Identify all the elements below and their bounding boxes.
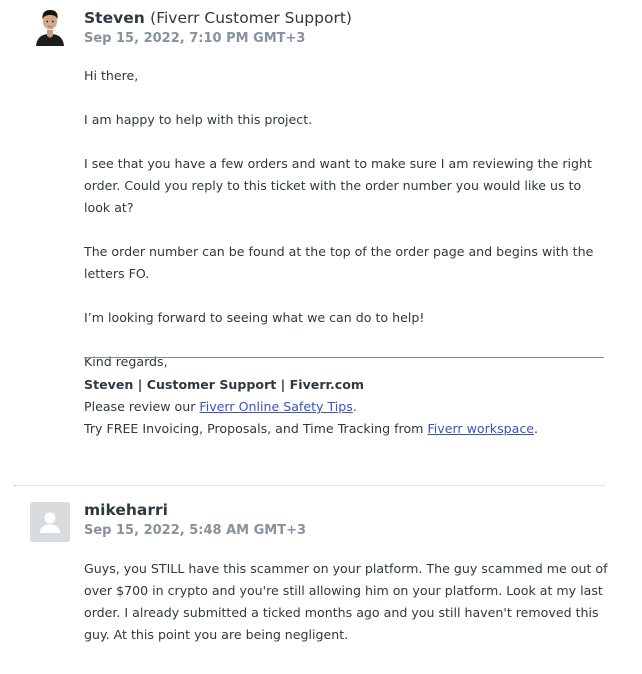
comment-paragraph: Guys, you STILL have this scammer on you… xyxy=(84,561,608,642)
comment-paragraph: Hi there, xyxy=(84,68,139,83)
comment-paragraph: I’m looking forward to seeing what we ca… xyxy=(84,310,425,325)
workspace-line: Try FREE Invoicing, Proposals, and Time … xyxy=(84,418,609,440)
workspace-prefix: Try FREE Invoicing, Proposals, and Time … xyxy=(84,421,428,436)
workspace-suffix: . xyxy=(534,421,539,436)
workspace-link[interactable]: Fiverr workspace xyxy=(427,421,534,436)
author-name: Steven xyxy=(84,9,145,27)
comment-author: mikeharri xyxy=(84,501,168,519)
safety-tips-line: Please review our Fiverr Online Safety T… xyxy=(84,396,609,418)
comment-paragraph: Kind regards, xyxy=(84,354,168,369)
comment-timestamp: Sep 15, 2022, 7:10 PM GMT+3 xyxy=(84,31,306,46)
comment-steven: Steven (Fiverr Customer Support) Sep 15,… xyxy=(0,0,642,486)
signature-divider xyxy=(84,357,604,358)
comment-timestamp: Sep 15, 2022, 5:48 AM GMT+3 xyxy=(84,523,307,538)
comment-body: Guys, you STILL have this scammer on you… xyxy=(84,558,609,668)
comment-mikeharri: mikeharri Sep 15, 2022, 5:48 AM GMT+3 Gu… xyxy=(0,486,642,674)
safety-tips-suffix: . xyxy=(352,399,357,414)
comment-author: Steven (Fiverr Customer Support) xyxy=(84,8,352,28)
person-photo-avatar-icon xyxy=(30,6,70,46)
default-user-avatar-icon xyxy=(30,502,70,542)
person-photo-icon xyxy=(30,6,70,46)
comment-thread: Steven (Fiverr Customer Support) Sep 15,… xyxy=(0,0,642,674)
signature-name: Steven | Customer Support | Fiverr.com xyxy=(84,377,364,392)
comment-paragraph: The order number can be found at the top… xyxy=(84,244,594,281)
safety-tips-link[interactable]: Fiverr Online Safety Tips xyxy=(199,399,352,414)
comment-body: Hi there, I am happy to help with this p… xyxy=(84,65,609,395)
signature: Steven | Customer Support | Fiverr.com P… xyxy=(84,374,609,440)
safety-tips-prefix: Please review our xyxy=(84,399,200,414)
comment-paragraph: I see that you have a few orders and wan… xyxy=(84,156,592,215)
author-role: (Fiverr Customer Support) xyxy=(150,9,352,27)
comment-paragraph: I am happy to help with this project. xyxy=(84,112,313,127)
user-silhouette-icon xyxy=(30,502,70,542)
